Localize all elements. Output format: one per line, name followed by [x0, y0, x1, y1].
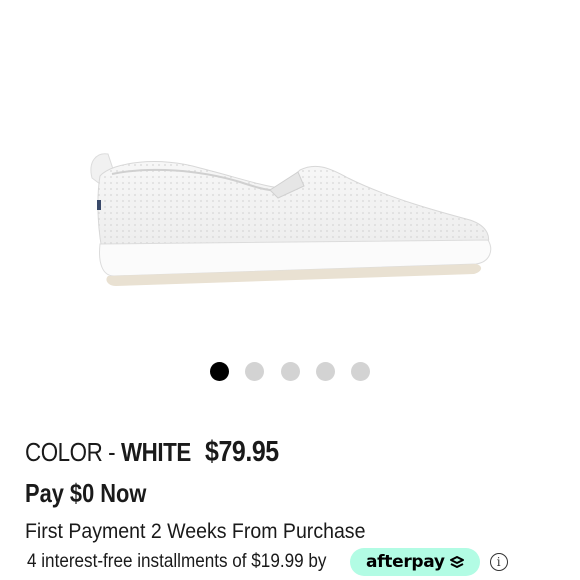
installments-text: 4 interest-free installments of $19.99 b…	[27, 551, 327, 572]
product-image[interactable]	[0, 0, 580, 350]
carousel-pagination	[0, 362, 580, 382]
color-value: WHITE	[120, 437, 191, 467]
carousel-dot-4[interactable]	[316, 362, 335, 381]
color-price-row: COLOR - WHITE $79.95	[25, 436, 291, 470]
carousel-dot-2[interactable]	[245, 362, 264, 381]
info-icon[interactable]: i	[489, 553, 508, 571]
color-info: COLOR - WHITE	[25, 437, 191, 468]
product-detail-page: COLOR - WHITE $79.95 Pay $0 Now First Pay…	[0, 0, 580, 580]
afterpay-badge[interactable]: afterpay	[350, 548, 480, 576]
afterpay-arrows-icon	[449, 556, 464, 568]
afterpay-label: afterpay	[366, 552, 445, 572]
color-label: COLOR -	[25, 437, 121, 467]
pay-now-text: Pay $0 Now	[25, 478, 147, 508]
color-selection: COLOR - WHITE	[25, 437, 191, 468]
first-payment-text: First Payment 2 Weeks From Purchase	[25, 520, 366, 543]
carousel-dot-1[interactable]	[210, 362, 229, 381]
carousel-dot-3[interactable]	[281, 362, 300, 381]
installments-row: 4 interest-free installments of $19.99 b…	[27, 548, 508, 576]
product-price: $79.95	[205, 436, 279, 468]
carousel-dot-5[interactable]	[351, 362, 370, 381]
